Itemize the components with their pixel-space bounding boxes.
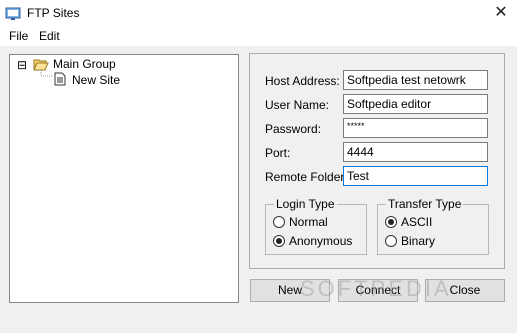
- tree-item-main-group[interactable]: Main Group: [53, 57, 116, 71]
- transfer-binary-label[interactable]: Binary: [401, 234, 435, 248]
- host-address-label: Host Address:: [265, 74, 340, 88]
- softpedia-watermark: SOFTPEDIA: [300, 276, 452, 301]
- menu-edit[interactable]: Edit: [39, 29, 60, 43]
- transfer-binary-radio[interactable]: [385, 235, 397, 247]
- login-anonymous-label[interactable]: Anonymous: [289, 234, 352, 248]
- ftp-app-icon: [5, 7, 21, 20]
- login-type-legend: Login Type: [274, 197, 337, 211]
- menu-bar: [0, 26, 517, 46]
- user-name-field[interactable]: Softpedia editor: [343, 94, 488, 114]
- password-field[interactable]: *****: [343, 118, 488, 138]
- port-field[interactable]: 4444: [343, 142, 488, 162]
- tree-connector-lines: [40, 70, 53, 77]
- group-collapse-icon[interactable]: ⊟: [17, 58, 27, 72]
- window-title: FTP Sites: [27, 6, 80, 20]
- sites-tree[interactable]: [9, 54, 239, 303]
- user-name-label: User Name:: [265, 98, 330, 112]
- transfer-ascii-radio[interactable]: [385, 216, 397, 228]
- document-icon: [54, 72, 66, 86]
- transfer-type-legend: Transfer Type: [386, 197, 464, 211]
- remote-folder-label: Remote Folder:: [265, 170, 348, 184]
- menu-file[interactable]: File: [9, 29, 28, 43]
- login-normal-label[interactable]: Normal: [289, 215, 328, 229]
- remote-folder-field[interactable]: Test: [343, 166, 488, 186]
- tree-item-new-site[interactable]: New Site: [72, 73, 120, 87]
- transfer-ascii-label[interactable]: ASCII: [401, 215, 432, 229]
- host-address-field[interactable]: Softpedia test netowrk: [343, 70, 488, 90]
- login-anonymous-radio[interactable]: [273, 235, 285, 247]
- port-label: Port:: [265, 146, 291, 160]
- close-window-icon[interactable]: ✕: [491, 3, 511, 23]
- password-label: Password:: [265, 122, 322, 136]
- login-normal-radio[interactable]: [273, 216, 285, 228]
